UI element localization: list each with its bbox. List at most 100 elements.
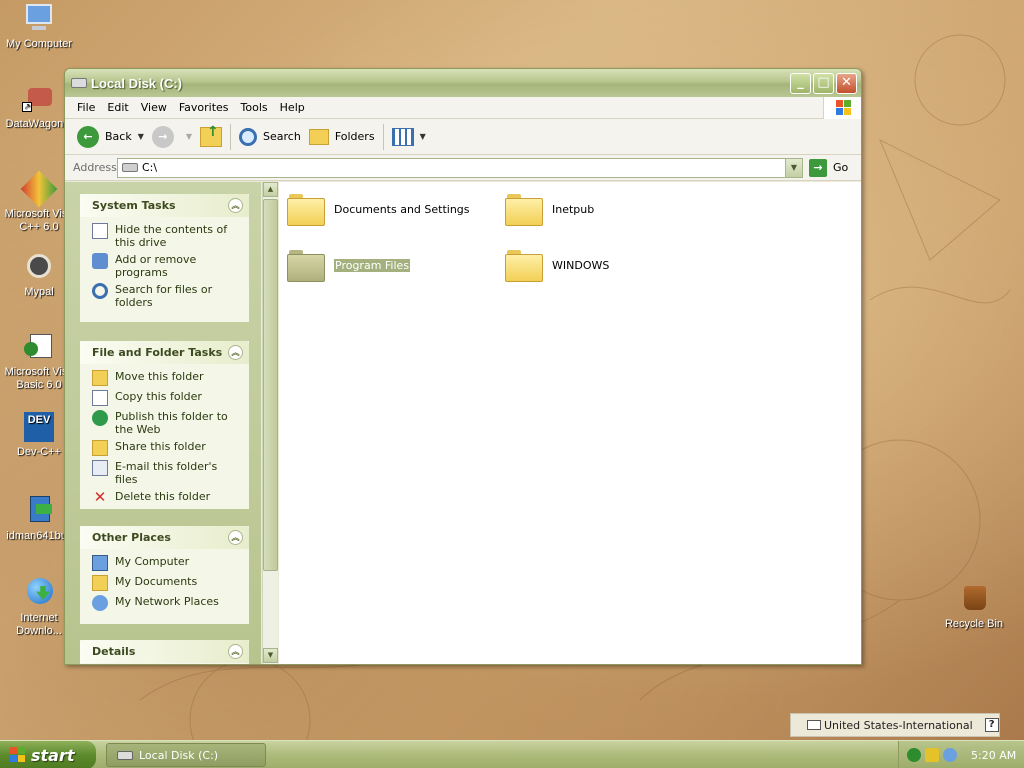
chevron-up-icon[interactable]: ︽	[228, 530, 243, 545]
task-pane-scrollbar[interactable]: ▲ ▼	[262, 182, 278, 664]
toolbar-separator	[230, 123, 232, 150]
start-button[interactable]: start	[0, 741, 96, 768]
window-content: System Tasks ︽ Hide the contents of this…	[65, 182, 861, 664]
chevron-up-icon[interactable]: ︽	[228, 345, 243, 360]
network-icon[interactable]	[907, 748, 921, 762]
place-my-network-places[interactable]: My Network Places	[92, 595, 241, 611]
help-icon[interactable]: ?	[984, 718, 999, 732]
desktop-icon-my-computer[interactable]: My Computer	[0, 2, 78, 51]
scroll-down-icon[interactable]: ▼	[263, 648, 278, 663]
maximize-button[interactable]: □	[813, 73, 834, 94]
windows-flag-icon	[823, 97, 861, 119]
address-bar: Address C:\ ▼ → Go	[65, 155, 861, 181]
up-folder-button[interactable]: ↑	[196, 122, 226, 152]
forward-button[interactable]: → ▼	[148, 122, 196, 152]
panel-header[interactable]: Details ︽	[80, 640, 249, 663]
task-email-files[interactable]: E-mail this folder's files	[92, 460, 241, 486]
go-button[interactable]: → Go	[809, 158, 848, 177]
menu-help[interactable]: Help	[274, 101, 311, 114]
disk-icon	[117, 750, 133, 760]
chevron-up-icon[interactable]: ︽	[228, 644, 243, 659]
address-input[interactable]: C:\ ▼	[117, 157, 803, 178]
hide-contents-icon	[92, 223, 108, 239]
panel-header[interactable]: Other Places ︽	[80, 526, 249, 549]
menu-view[interactable]: View	[135, 101, 173, 114]
forward-arrow-icon: →	[151, 125, 174, 148]
panel-header[interactable]: File and Folder Tasks ︽	[80, 341, 249, 364]
views-button[interactable]: ▼	[388, 122, 430, 152]
computer-icon	[22, 2, 56, 36]
place-my-computer[interactable]: My Computer	[92, 555, 241, 571]
folder-item[interactable]: Documents and Settings	[287, 192, 470, 226]
taskbar-window-button[interactable]: Local Disk (C:)	[106, 743, 266, 767]
scroll-up-icon[interactable]: ▲	[263, 182, 278, 197]
views-dropdown-icon[interactable]: ▼	[420, 132, 426, 141]
back-dropdown-icon[interactable]: ▼	[138, 132, 144, 141]
menu-file[interactable]: File	[71, 101, 101, 114]
toolbar-separator	[382, 123, 384, 150]
back-arrow-icon: ←	[77, 125, 99, 148]
clock[interactable]: 5:20 AM	[971, 749, 1016, 762]
installer-icon	[22, 494, 56, 528]
folders-button[interactable]: Folders	[305, 122, 379, 152]
details-panel: Details ︽	[80, 640, 249, 664]
copy-folder-icon	[92, 390, 108, 406]
toolbar: ← Back ▼ → ▼ ↑ Search Folders ▼	[65, 119, 861, 155]
task-search-files[interactable]: Search for files or folders	[92, 283, 241, 309]
disk-icon	[122, 163, 138, 172]
window-title: Local Disk (C:)	[91, 75, 183, 91]
back-button[interactable]: ← Back ▼	[73, 122, 148, 152]
security-shield-icon[interactable]	[925, 748, 939, 762]
windows-logo-icon	[10, 747, 26, 763]
go-arrow-icon: →	[809, 158, 827, 177]
task-move-folder[interactable]: Move this folder	[92, 370, 241, 386]
visual-basic-icon	[22, 330, 56, 364]
file-folder-tasks-panel: File and Folder Tasks ︽ Move this folder…	[80, 341, 249, 509]
task-copy-folder[interactable]: Copy this folder	[92, 390, 241, 406]
documents-icon	[92, 575, 108, 591]
folder-item[interactable]: WINDOWS	[505, 248, 609, 282]
task-hide-drive-contents[interactable]: Hide the contents of this drive	[92, 223, 241, 249]
menu-tools[interactable]: Tools	[235, 101, 274, 114]
add-remove-programs-icon	[92, 253, 108, 269]
close-button[interactable]: ✕	[836, 73, 857, 94]
menu-bar: File Edit View Favorites Tools Help	[65, 97, 861, 119]
updates-icon[interactable]	[943, 748, 957, 762]
menu-favorites[interactable]: Favorites	[173, 101, 235, 114]
menu-edit[interactable]: Edit	[101, 101, 134, 114]
panel-header[interactable]: System Tasks ︽	[80, 194, 249, 217]
task-publish-folder[interactable]: Publish this folder to the Web	[92, 410, 241, 436]
share-folder-icon	[92, 440, 108, 456]
task-delete-folder[interactable]: ✕ Delete this folder	[92, 490, 241, 506]
move-folder-icon	[92, 370, 108, 386]
delete-icon: ✕	[93, 488, 107, 506]
folder-item[interactable]: Inetpub	[505, 192, 594, 226]
address-value: C:\	[142, 161, 158, 174]
folder-icon	[287, 248, 327, 282]
folder-item-selected[interactable]: Program Files	[287, 248, 411, 282]
task-pane: System Tasks ︽ Hide the contents of this…	[65, 182, 261, 664]
visual-cpp-icon	[20, 170, 58, 208]
disk-icon	[71, 78, 87, 88]
search-button[interactable]: Search	[235, 122, 305, 152]
title-bar[interactable]: Local Disk (C:) _ □ ✕	[65, 69, 861, 97]
address-label: Address	[73, 161, 117, 174]
chevron-up-icon[interactable]: ︽	[228, 198, 243, 213]
other-places-panel: Other Places ︽ My Computer My Documents …	[80, 526, 249, 624]
views-icon	[391, 127, 414, 146]
desktop-icon-recycle-bin[interactable]: Recycle Bin	[935, 582, 1013, 631]
task-add-remove-programs[interactable]: Add or remove programs	[92, 253, 241, 279]
email-icon	[92, 460, 108, 476]
place-my-documents[interactable]: My Documents	[92, 575, 241, 591]
forward-dropdown-icon[interactable]: ▼	[186, 132, 192, 141]
up-folder-icon: ↑	[200, 124, 223, 147]
scroll-thumb[interactable]	[263, 199, 278, 571]
address-dropdown-button[interactable]: ▼	[785, 158, 802, 177]
language-bar[interactable]: United States-International ?	[790, 713, 1000, 737]
folder-icon	[505, 248, 545, 282]
language-label: United States-International	[824, 718, 973, 732]
datawagon-icon: ↗	[22, 82, 56, 116]
minimize-button[interactable]: _	[790, 73, 811, 94]
task-share-folder[interactable]: Share this folder	[92, 440, 241, 456]
mypal-icon	[22, 250, 56, 284]
